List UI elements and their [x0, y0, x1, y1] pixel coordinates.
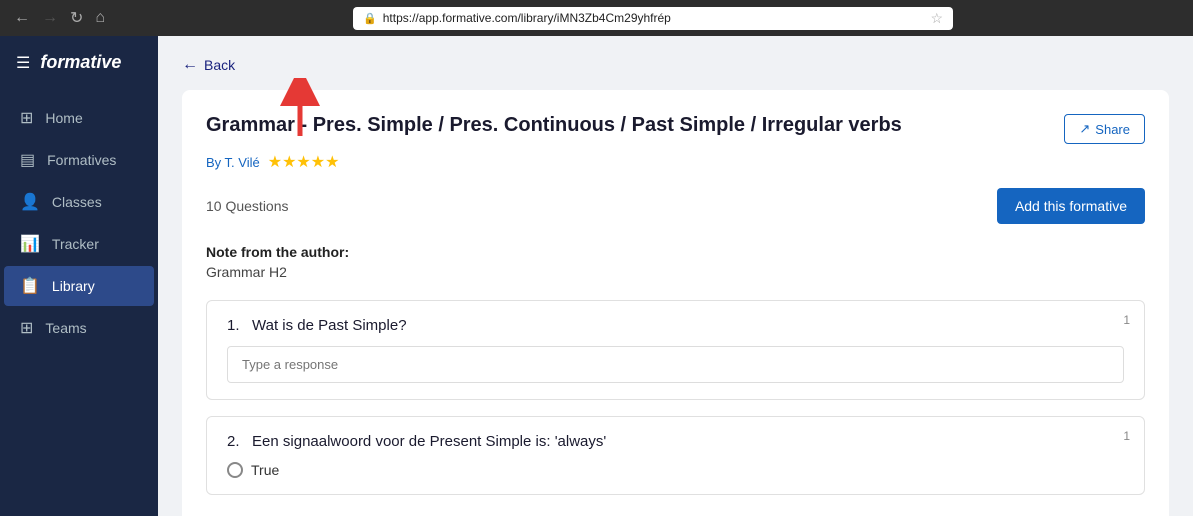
share-label: Share [1095, 122, 1130, 137]
true-label: True [251, 462, 279, 478]
address-bar[interactable]: 🔒 https://app.formative.com/library/iMN3… [353, 7, 953, 30]
sidebar-label-home: Home [45, 110, 82, 126]
sidebar-item-tracker[interactable]: 📊 Tracker [4, 224, 154, 264]
add-formative-button[interactable]: Add this formative [997, 188, 1145, 224]
note-value: Grammar H2 [206, 264, 1145, 280]
lock-icon: 🔒 [363, 12, 377, 25]
main-content: ← Back Grammar - Pres. Simple / Pres. Co… [158, 36, 1193, 516]
sidebar: ☰ formative ⊞ Home ▤ Formatives 👤 Classe… [0, 36, 158, 516]
sidebar-label-teams: Teams [45, 320, 86, 336]
back-link-label: Back [204, 57, 235, 73]
radio-true[interactable] [227, 462, 243, 478]
sidebar-label-tracker: Tracker [52, 236, 99, 252]
sidebar-nav: ⊞ Home ▤ Formatives 👤 Classes 📊 Tracker … [0, 89, 158, 357]
library-icon: 📋 [20, 276, 40, 296]
question-2-number: 2. [227, 433, 240, 450]
home-icon: ⊞ [20, 108, 33, 128]
questions-count: 10 Questions [206, 198, 289, 214]
hamburger-icon[interactable]: ☰ [16, 53, 30, 73]
question-1-body: Wat is de Past Simple? [252, 317, 407, 334]
star-rating: ★★★★★ [268, 152, 340, 172]
logo: formative [40, 52, 121, 73]
sidebar-label-library: Library [52, 278, 95, 294]
true-option[interactable]: True [227, 462, 1124, 478]
share-button[interactable]: ↗ Share [1064, 114, 1145, 144]
back-link[interactable]: ← Back [182, 56, 1169, 74]
sidebar-item-library[interactable]: 📋 Library [4, 266, 154, 306]
questions-row: 10 Questions Add this formative [206, 188, 1145, 224]
question-card-1: 1 1. Wat is de Past Simple? [206, 300, 1145, 400]
tracker-icon: 📊 [20, 234, 40, 254]
home-button[interactable]: ⌂ [91, 7, 109, 29]
sidebar-header: ☰ formative [0, 36, 158, 89]
formatives-icon: ▤ [20, 150, 35, 170]
formative-title: Grammar - Pres. Simple / Pres. Continuou… [206, 114, 1064, 137]
forward-button[interactable]: → [38, 7, 62, 29]
question-2-body: Een signaalwoord voor de Present Simple … [252, 433, 606, 450]
author-row: By T. Vilé ★★★★★ [206, 152, 1145, 172]
url-text: https://app.formative.com/library/iMN3Zb… [383, 11, 671, 25]
author-name: By T. Vilé [206, 155, 260, 170]
refresh-button[interactable]: ↻ [66, 6, 87, 30]
card-header: Grammar - Pres. Simple / Pres. Continuou… [206, 114, 1145, 144]
note-label: Note from the author: [206, 244, 1145, 260]
share-icon: ↗ [1079, 121, 1090, 137]
sidebar-item-teams[interactable]: ⊞ Teams [4, 308, 154, 348]
sidebar-item-formatives[interactable]: ▤ Formatives [4, 140, 154, 180]
question-1-points: 1 [1123, 313, 1130, 327]
bookmark-icon[interactable]: ☆ [930, 10, 943, 27]
content-card: Grammar - Pres. Simple / Pres. Continuou… [182, 90, 1169, 516]
sidebar-item-home[interactable]: ⊞ Home [4, 98, 154, 138]
question-2-text: 2. Een signaalwoord voor de Present Simp… [227, 433, 1124, 450]
question-2-points: 1 [1123, 429, 1130, 443]
sidebar-label-formatives: Formatives [47, 152, 116, 168]
back-arrow-icon: ← [182, 56, 198, 74]
nav-controls: ← → ↻ ⌂ [10, 6, 109, 30]
question-card-2: 1 2. Een signaalwoord voor de Present Si… [206, 416, 1145, 495]
back-button[interactable]: ← [10, 7, 34, 29]
question-1-text: 1. Wat is de Past Simple? [227, 317, 1124, 334]
teams-icon: ⊞ [20, 318, 33, 338]
sidebar-label-classes: Classes [52, 194, 102, 210]
app-layout: ☰ formative ⊞ Home ▤ Formatives 👤 Classe… [0, 36, 1193, 516]
browser-chrome: ← → ↻ ⌂ 🔒 https://app.formative.com/libr… [0, 0, 1193, 36]
question-1-number: 1. [227, 317, 240, 334]
classes-icon: 👤 [20, 192, 40, 212]
note-section: Note from the author: Grammar H2 [206, 244, 1145, 280]
question-1-input[interactable] [227, 346, 1124, 383]
sidebar-item-classes[interactable]: 👤 Classes [4, 182, 154, 222]
